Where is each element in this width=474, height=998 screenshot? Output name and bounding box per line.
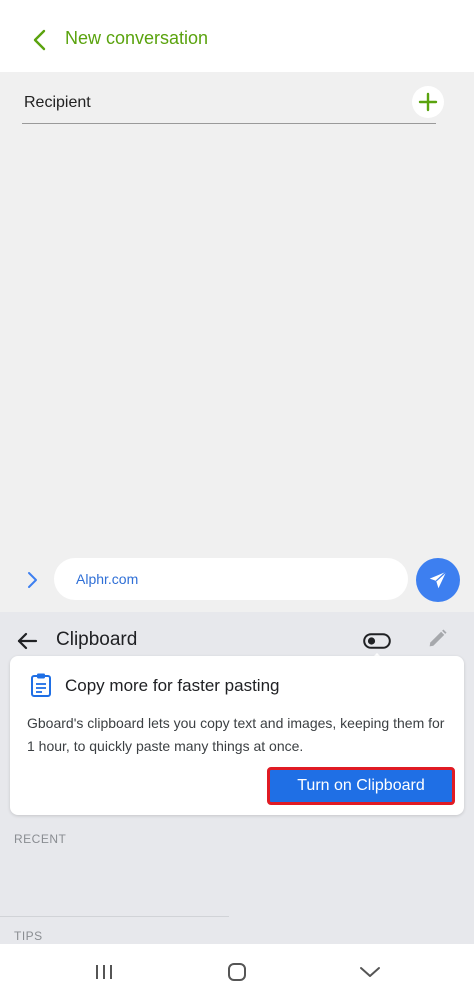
recents-button[interactable] bbox=[89, 957, 119, 987]
add-recipient-button[interactable] bbox=[412, 86, 444, 118]
card-title: Copy more for faster pasting bbox=[65, 676, 280, 695]
arrow-left-icon bbox=[17, 632, 38, 650]
section-divider bbox=[0, 916, 229, 917]
plus-icon bbox=[418, 92, 438, 112]
clipboard-toggle[interactable] bbox=[362, 628, 392, 654]
compose-bar bbox=[0, 548, 474, 612]
system-nav-bar bbox=[0, 944, 474, 998]
clipboard-title: Clipboard bbox=[56, 629, 138, 650]
clipboard-panel: Clipboard Copy more for faster pasting G… bbox=[0, 612, 474, 944]
toggle-icon bbox=[363, 633, 391, 649]
message-input[interactable] bbox=[54, 558, 408, 600]
back-button[interactable] bbox=[24, 24, 56, 56]
tips-section-label: TIPS bbox=[14, 929, 43, 943]
chevron-right-icon bbox=[28, 572, 37, 588]
hide-keyboard-button[interactable] bbox=[355, 957, 385, 987]
chevron-down-icon bbox=[360, 967, 380, 977]
send-button[interactable] bbox=[416, 558, 460, 602]
app-header: New conversation bbox=[0, 0, 474, 72]
recipient-underline bbox=[22, 123, 436, 124]
recent-section-label: RECENT bbox=[14, 832, 67, 846]
home-button[interactable] bbox=[222, 957, 252, 987]
clipboard-promo-card: Copy more for faster pasting Gboard's cl… bbox=[10, 656, 464, 815]
send-icon bbox=[429, 571, 447, 589]
card-description: Gboard's clipboard lets you copy text an… bbox=[27, 715, 445, 754]
home-icon bbox=[228, 963, 246, 981]
turn-on-clipboard-button[interactable]: Turn on Clipboard bbox=[267, 767, 455, 805]
pencil-icon bbox=[429, 629, 447, 647]
page-title: New conversation bbox=[65, 28, 209, 48]
clipboard-back-button[interactable] bbox=[12, 626, 42, 656]
recents-icon bbox=[96, 965, 112, 979]
recipient-label: Recipient bbox=[24, 94, 91, 111]
clipboard-icon bbox=[31, 673, 51, 697]
chevron-left-icon bbox=[33, 29, 46, 51]
expand-button[interactable] bbox=[18, 566, 46, 594]
clipboard-edit-button[interactable] bbox=[422, 624, 452, 654]
recipient-field[interactable]: Recipient bbox=[0, 72, 474, 134]
